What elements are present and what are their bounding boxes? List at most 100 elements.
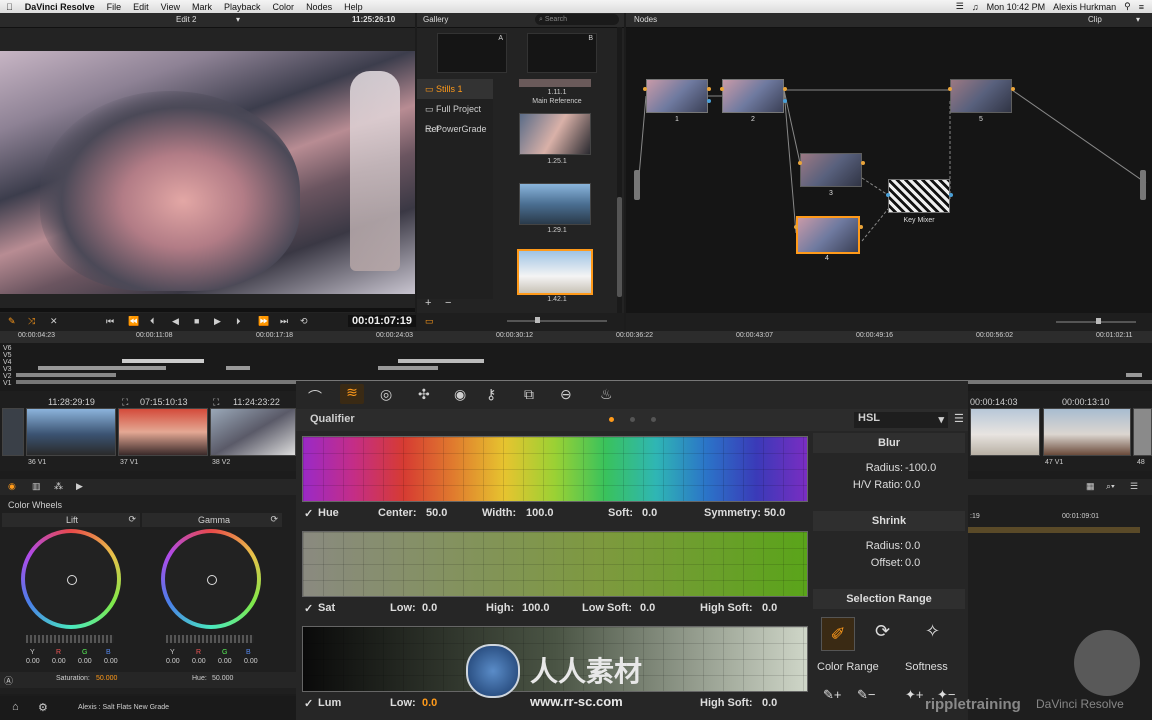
hue-check[interactable]: ✓	[304, 507, 313, 520]
node-input-dot[interactable]	[798, 161, 802, 165]
list-icon[interactable]: ≡	[1139, 2, 1144, 12]
lift-master-wheel[interactable]	[26, 635, 114, 643]
eyedropper-icon[interactable]: ✐	[821, 617, 855, 651]
go-start-icon[interactable]: ⏮	[106, 316, 114, 327]
node-output-dot[interactable]	[1011, 87, 1015, 91]
lum-check[interactable]: ✓	[304, 697, 313, 710]
scrollbar-thumb[interactable]	[617, 197, 622, 297]
reset-icon[interactable]: ⟳	[270, 514, 278, 525]
page-dot-active[interactable]	[609, 417, 614, 422]
node-output-dot[interactable]	[861, 161, 865, 165]
color-wheel-tab-icon[interactable]: ◉	[8, 481, 16, 492]
still-thumbnail[interactable]	[519, 113, 591, 155]
node-output-dot[interactable]	[707, 87, 711, 91]
clip-thumbnail[interactable]	[210, 408, 296, 456]
auto-icon[interactable]: Ⓐ	[4, 674, 13, 687]
sat-low-value[interactable]: 0.0	[422, 602, 437, 614]
search-icon[interactable]: ⚲	[1124, 1, 1131, 12]
menu-mark[interactable]: Mark	[186, 2, 218, 12]
menu-nodes[interactable]: Nodes	[300, 2, 338, 12]
clock[interactable]: Mon 10:42 PM	[987, 2, 1046, 12]
loop-icon[interactable]: ⟲	[300, 316, 308, 327]
timeline-clip[interactable]	[122, 359, 204, 363]
node-4[interactable]	[796, 216, 860, 254]
node-5[interactable]	[950, 79, 1012, 113]
blur-radius-value[interactable]: -100.0	[905, 462, 936, 474]
list-view-icon[interactable]: ☰	[1130, 481, 1138, 492]
node-input[interactable]	[634, 170, 640, 200]
node-1[interactable]	[646, 79, 708, 113]
node-output[interactable]	[1140, 170, 1146, 200]
gallery-view-icon[interactable]: ▭	[425, 316, 434, 327]
lift-b-value[interactable]: 0.00	[104, 658, 118, 665]
chevron-down-icon[interactable]: ▾	[236, 13, 240, 27]
cycle-icon[interactable]: ⟳	[875, 621, 890, 642]
timeline-ruler[interactable]: 00:00:04:23 00:00:11:08 00:00:17:18 00:0…	[0, 331, 1152, 343]
timeline-clip[interactable]	[398, 359, 484, 363]
stereo-icon[interactable]: ⊖	[560, 386, 572, 403]
camera-tab-icon[interactable]: ▶	[76, 481, 83, 492]
clip-thumbnail[interactable]	[1043, 408, 1131, 456]
node-key-dot[interactable]	[886, 193, 890, 197]
hue-value[interactable]: 50.000	[212, 675, 233, 682]
rewind-icon[interactable]: ⏪	[128, 316, 139, 327]
node-key-dot[interactable]	[783, 99, 787, 103]
sat-high-soft-value[interactable]: 0.0	[762, 602, 777, 614]
bars-tab-icon[interactable]: ▥	[32, 481, 41, 492]
apple-icon[interactable]: 	[0, 2, 19, 12]
still-slot-a[interactable]: A	[437, 33, 507, 73]
search-icon[interactable]: ⌕▾	[1106, 481, 1115, 492]
blur-icon[interactable]: ◉	[454, 386, 466, 403]
menu-color[interactable]: Color	[267, 2, 301, 12]
zoom-slider-handle[interactable]	[535, 317, 540, 323]
mute-icon[interactable]: ✕	[50, 316, 58, 327]
clip-thumbnail[interactable]	[118, 408, 208, 456]
motion-icon[interactable]: ♨	[600, 386, 613, 403]
subtract-color-icon[interactable]: ✎−	[857, 687, 875, 703]
prev-frame-icon[interactable]: ⏴	[150, 316, 155, 327]
home-icon[interactable]: ⌂	[12, 701, 19, 713]
gallery-search-input[interactable]: ⌕ Search	[535, 14, 619, 25]
clip-thumbnail[interactable]	[970, 408, 1040, 456]
gallery-zoom-slider[interactable]	[507, 320, 607, 322]
stop-icon[interactable]: ■	[194, 316, 199, 326]
window-icon[interactable]: ◎	[380, 386, 392, 403]
hue-center-value[interactable]: 50.0	[426, 507, 447, 519]
clip-thumbnail[interactable]	[26, 408, 116, 456]
wifi-icon[interactable]: ☰	[956, 1, 964, 12]
timeline-clip[interactable]	[226, 366, 250, 370]
node-output-dot[interactable]	[783, 87, 787, 91]
page-dot[interactable]	[651, 417, 656, 422]
menu-file[interactable]: File	[101, 2, 128, 12]
menu-icon[interactable]: ☰	[954, 412, 964, 425]
sat-high-value[interactable]: 100.0	[522, 602, 550, 614]
gamma-r-value[interactable]: 0.00	[192, 658, 206, 665]
gallery-scrollbar[interactable]	[617, 27, 622, 317]
node-2[interactable]	[722, 79, 784, 113]
album-stills-1[interactable]: ▭ Stills 1	[417, 79, 493, 99]
clip-thumbnail[interactable]	[2, 408, 24, 456]
video-frame[interactable]	[0, 51, 415, 294]
node-input-dot[interactable]	[720, 87, 724, 91]
hue-width-value[interactable]: 100.0	[526, 507, 554, 519]
add-album-button[interactable]: +	[425, 297, 431, 309]
still-thumbnail[interactable]	[519, 183, 591, 225]
node-input-dot[interactable]	[948, 87, 952, 91]
hue-soft-value[interactable]: 0.0	[642, 507, 657, 519]
lift-y-value[interactable]: 0.00	[26, 658, 40, 665]
gamma-master-wheel[interactable]	[166, 635, 254, 643]
key-icon[interactable]: ⚷	[486, 386, 496, 403]
play-icon[interactable]: ▶	[214, 316, 221, 327]
edit-name[interactable]: Edit 2	[176, 13, 196, 27]
qualifier-mode-select[interactable]: HSL ▾	[854, 412, 948, 428]
curves-icon[interactable]: ⌒	[308, 387, 322, 407]
node-key-dot[interactable]	[949, 193, 953, 197]
add-softness-icon[interactable]: ✦+	[905, 687, 923, 703]
lum-high-soft-value[interactable]: 0.0	[762, 697, 777, 709]
node-3[interactable]	[800, 153, 862, 187]
gamma-puck[interactable]	[207, 575, 217, 585]
blur-hv-value[interactable]: 0.0	[905, 479, 920, 491]
zoom-slider-handle[interactable]	[1096, 318, 1101, 324]
viewer-scrubber[interactable]	[0, 308, 415, 312]
reset-icon[interactable]: ⟳	[128, 514, 136, 525]
